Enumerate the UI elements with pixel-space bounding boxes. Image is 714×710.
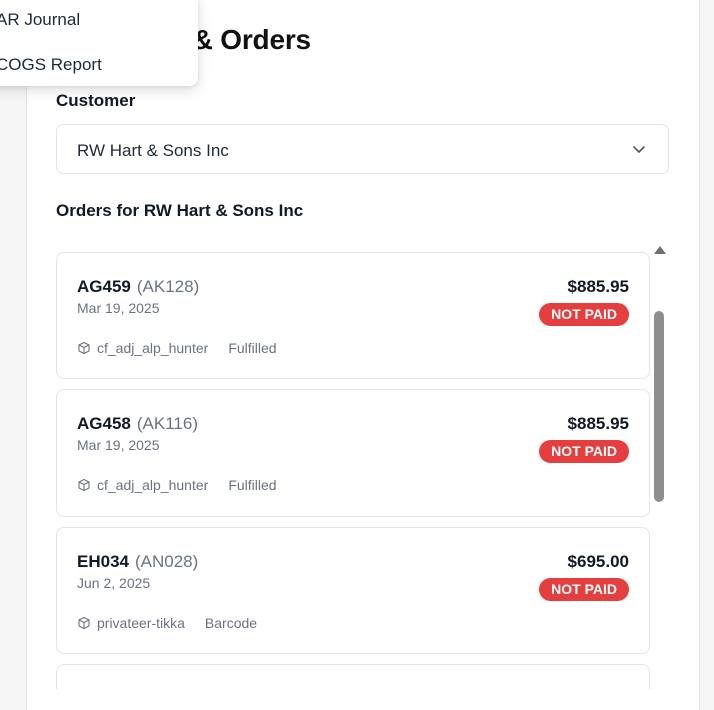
order-date: Jun 2, 2025 <box>77 575 151 591</box>
customer-select-value: RW Hart & Sons Inc <box>77 141 229 160</box>
order-number: EH034 (AN028) <box>77 552 198 572</box>
package-icon <box>78 341 90 355</box>
customer-label: Customer <box>56 91 136 110</box>
order-date: Mar 19, 2025 <box>77 437 160 453</box>
order-amount: $885.95 <box>567 277 629 296</box>
order-meta: privateer-tikka Barcode <box>77 615 257 631</box>
fulfillment-status: Barcode <box>204 615 258 631</box>
order-date: Mar 19, 2025 <box>77 300 160 316</box>
scrollbar-thumb[interactable] <box>654 311 664 502</box>
order-ref: (AN028) <box>134 552 199 571</box>
chevron-down-icon <box>633 146 645 153</box>
order-ref: (AK116) <box>136 414 198 433</box>
orders-section-title: Orders for RW Hart & Sons Inc <box>56 201 304 220</box>
order-number-text: EH034 <box>77 552 129 571</box>
order-card[interactable]: EH034 (AN028) Jun 2, 2025 $695.00 NOT PAI… <box>56 527 650 654</box>
scroll-up-arrow-icon[interactable] <box>653 244 667 256</box>
order-amount: $885.95 <box>567 414 629 433</box>
menu-item-ar-journal[interactable]: AR Journal <box>0 10 80 30</box>
menu-item-cogs-report[interactable]: COGS Report <box>0 55 102 75</box>
order-amount: $695.00 <box>567 552 629 571</box>
order-meta: cf_adj_alp_hunter Fulfilled <box>77 477 277 493</box>
customer-select[interactable]: RW Hart & Sons Inc <box>56 124 669 174</box>
order-card[interactable] <box>56 664 650 689</box>
order-source: privateer-tikka <box>97 615 185 631</box>
order-number-text: AG458 <box>77 414 131 433</box>
order-source: cf_adj_alp_hunter <box>97 340 209 356</box>
orders-list[interactable]: AG459 (AK128) Mar 19, 2025 $885.95 NOT PA… <box>56 241 668 689</box>
order-meta: cf_adj_alp_hunter Fulfilled <box>77 340 277 356</box>
package-icon <box>78 616 90 630</box>
order-source: cf_adj_alp_hunter <box>97 477 209 493</box>
dropdown-menu: AR Journal COGS Report <box>0 0 198 86</box>
status-badge: NOT PAID <box>539 303 629 326</box>
fulfillment-status: Fulfilled <box>228 340 277 356</box>
order-card[interactable]: AG458 (AK116) Mar 19, 2025 $885.95 NOT PA… <box>56 389 650 517</box>
order-number: AG458 (AK116) <box>77 414 198 434</box>
order-ref: (AK128) <box>136 277 200 296</box>
order-card[interactable]: AG459 (AK128) Mar 19, 2025 $885.95 NOT PA… <box>56 252 650 379</box>
status-badge: NOT PAID <box>539 440 629 463</box>
order-number: AG459 (AK128) <box>77 277 199 297</box>
status-badge: NOT PAID <box>539 578 629 601</box>
package-icon <box>78 478 90 492</box>
order-number-text: AG459 <box>77 277 131 296</box>
fulfillment-status: Fulfilled <box>228 477 277 493</box>
